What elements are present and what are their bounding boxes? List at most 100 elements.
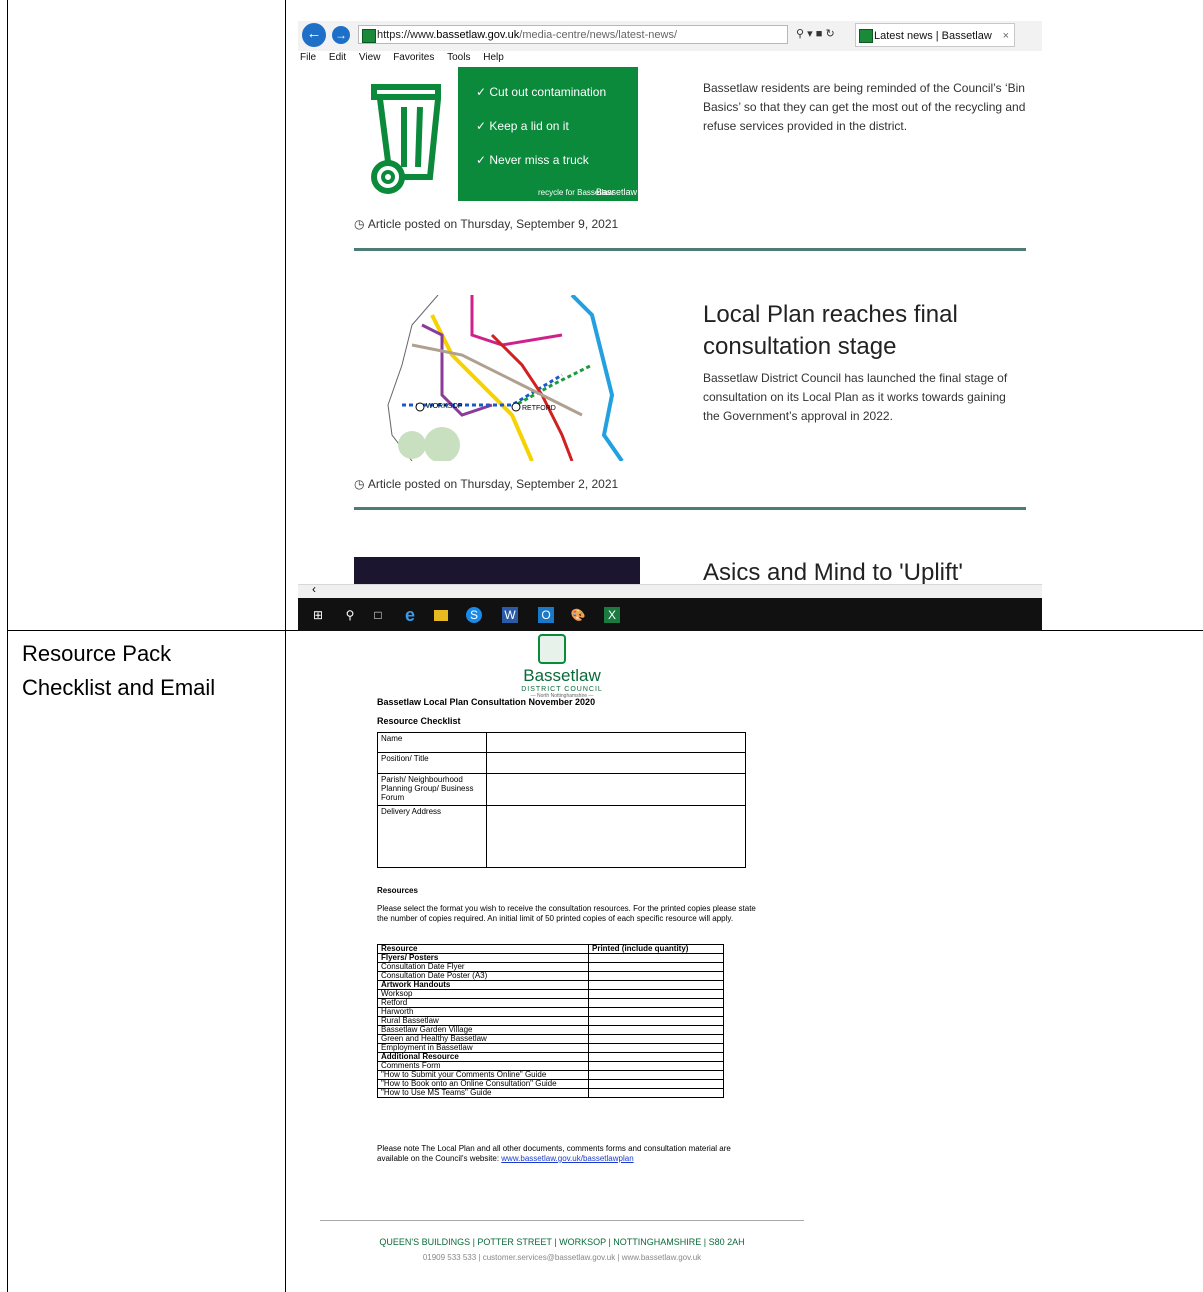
address-bar-row: ← → https://www.bassetlaw.gov.uk/media-c…: [298, 21, 1042, 66]
checklist-value[interactable]: [486, 752, 746, 774]
table-row: Worksop: [377, 989, 724, 999]
search-icon[interactable]: ⚲: [342, 607, 358, 623]
resource-quantity[interactable]: [588, 980, 724, 990]
file-explorer-icon[interactable]: [434, 610, 448, 621]
clock-icon: ◷: [354, 217, 365, 231]
windows-taskbar: ⊞ ⚲ □ e S W O 🎨 X: [298, 598, 1042, 631]
site-favicon-icon: [362, 29, 376, 43]
resource-quantity[interactable]: [588, 1007, 724, 1017]
bin-basics-item-2: ✓ Keep a lid on it: [476, 119, 569, 133]
close-tab-icon[interactable]: ×: [1003, 24, 1009, 48]
resources-heading: Resources: [377, 886, 418, 895]
resource-quantity[interactable]: [588, 953, 724, 963]
resource-quantity[interactable]: [588, 1070, 724, 1080]
url-domain: bassetlaw.gov.uk: [436, 29, 520, 41]
browser-screenshot: ← → https://www.bassetlaw.gov.uk/media-c…: [298, 21, 1042, 631]
menu-help[interactable]: Help: [483, 52, 504, 63]
resource-quantity[interactable]: [588, 1088, 724, 1098]
tab-favicon-icon: [859, 29, 873, 43]
contact-details-table: Name Position/ Title Parish/ Neighbourho…: [377, 732, 746, 868]
bin-basics-item-1: ✓ Cut out contamination: [476, 85, 607, 99]
article-divider-1: [354, 248, 1026, 251]
resource-quantity[interactable]: [588, 1034, 724, 1044]
url-prefix: https://www.: [377, 29, 437, 41]
resource-quantity[interactable]: [588, 1025, 724, 1035]
row-label-line2: Checklist and Email: [22, 675, 216, 700]
menu-file[interactable]: File: [300, 52, 316, 63]
excel-icon[interactable]: X: [604, 607, 620, 623]
availability-note: Please note The Local Plan and all other…: [377, 1144, 731, 1163]
resource-quantity[interactable]: [588, 962, 724, 972]
resource-quantity[interactable]: [588, 1016, 724, 1026]
resource-quantity[interactable]: [588, 1043, 724, 1053]
web-page: ✓ Cut out contamination ✓ Keep a lid on …: [298, 67, 1042, 597]
article-divider-2: [354, 507, 1026, 510]
checklist-label: Delivery Address: [377, 805, 487, 868]
checklist-value[interactable]: [486, 773, 746, 806]
refresh-icon[interactable]: ↻: [825, 28, 834, 40]
word-icon[interactable]: W: [502, 607, 518, 623]
browser-tab[interactable]: Latest news | Bassetlaw Dist... ×: [855, 23, 1015, 66]
map-label-retford: RETFORD: [522, 405, 556, 412]
edge-icon[interactable]: e: [402, 606, 418, 624]
resource-quantity[interactable]: [588, 989, 724, 999]
council-logo-small: Bassetlaw: [596, 187, 638, 197]
horizontal-scrollbar[interactable]: ‹: [298, 582, 1042, 599]
resources-paragraph: Please select the format you wish to rec…: [377, 904, 756, 923]
council-logo: Bassetlaw DISTRICT COUNCIL — North Notti…: [521, 666, 603, 699]
paint-icon[interactable]: 🎨: [570, 607, 586, 623]
footer-rule: [320, 1220, 804, 1221]
bin-basics-graphic: ✓ Cut out contamination ✓ Keep a lid on …: [458, 67, 638, 201]
article2-summary: Bassetlaw District Council has launched …: [703, 371, 1008, 423]
menu-edit[interactable]: Edit: [329, 52, 346, 63]
row-label: Resource Pack Checklist and Email: [22, 637, 215, 705]
scroll-left-icon[interactable]: ‹: [312, 582, 316, 596]
resource-quantity[interactable]: [588, 1052, 724, 1062]
table-row: Retford: [377, 998, 724, 1008]
checklist-value[interactable]: [486, 805, 746, 868]
menu-favorites[interactable]: Favorites: [393, 52, 434, 63]
article2-title[interactable]: Local Plan reaches final consultation st…: [703, 299, 1033, 363]
url-field[interactable]: https://www.bassetlaw.gov.uk/media-centr…: [358, 25, 788, 44]
table-row: "How to Use MS Teams" Guide: [377, 1088, 724, 1098]
windows-start-icon[interactable]: ⊞: [310, 607, 326, 623]
dropdown-icon[interactable]: ▾: [807, 28, 813, 40]
resource-name: Worksop: [377, 989, 589, 999]
resource-quantity[interactable]: [588, 1079, 724, 1089]
row-label-line1: Resource Pack: [22, 641, 172, 666]
menu-bar: File Edit View Favorites Tools Help: [298, 52, 1042, 67]
skype-icon[interactable]: S: [466, 607, 482, 623]
search-icon[interactable]: ⚲: [796, 28, 804, 40]
resource-checklist-document: Bassetlaw DISTRICT COUNCIL — North Notti…: [320, 630, 810, 1270]
checklist-label: Position/ Title: [377, 752, 487, 774]
footer-contact: 01909 533 533 | customer.services@basset…: [422, 1253, 702, 1262]
resource-quantity[interactable]: [588, 998, 724, 1008]
footer-address: QUEEN'S BUILDINGS | POTTER STREET | WORK…: [379, 1237, 745, 1247]
back-button[interactable]: ←: [302, 23, 326, 47]
resource-name: "How to Use MS Teams" Guide: [377, 1088, 589, 1098]
council-crest-icon: [538, 634, 566, 664]
resource-quantity[interactable]: [588, 971, 724, 981]
map-label-worksop: WORKSOP: [426, 403, 463, 410]
wheelie-bin-image: [371, 84, 441, 194]
local-plan-map-image: WORKSOP RETFORD: [387, 295, 624, 461]
checklist-value[interactable]: [486, 732, 746, 753]
task-view-icon[interactable]: □: [370, 607, 386, 623]
resource-quantity[interactable]: [588, 1061, 724, 1071]
lock-icon: ■: [815, 28, 823, 40]
article1-posted: ◷ Article posted on Thursday, September …: [354, 217, 619, 231]
printed-header: Printed (include quantity): [588, 944, 724, 954]
clock-icon: ◷: [354, 477, 365, 491]
document-title: Bassetlaw Local Plan Consultation Novemb…: [377, 697, 596, 707]
resource-table: Resource Printed (include quantity) Flye…: [377, 944, 724, 1098]
menu-tools[interactable]: Tools: [447, 52, 470, 63]
outlook-icon[interactable]: O: [538, 607, 554, 623]
bassetlaw-plan-link[interactable]: www.bassetlaw.gov.uk/bassetlawplan: [501, 1154, 633, 1163]
checklist-label: Parish/ Neighbourhood Planning Group/ Bu…: [377, 773, 487, 806]
forward-button[interactable]: →: [332, 26, 350, 44]
document-subtitle: Resource Checklist: [377, 716, 461, 726]
menu-view[interactable]: View: [359, 52, 381, 63]
url-tools: ⚲ ▾ ■ ↻: [796, 27, 835, 40]
table-left-border: [7, 0, 8, 1292]
table-row: Artwork Handouts: [377, 980, 724, 990]
